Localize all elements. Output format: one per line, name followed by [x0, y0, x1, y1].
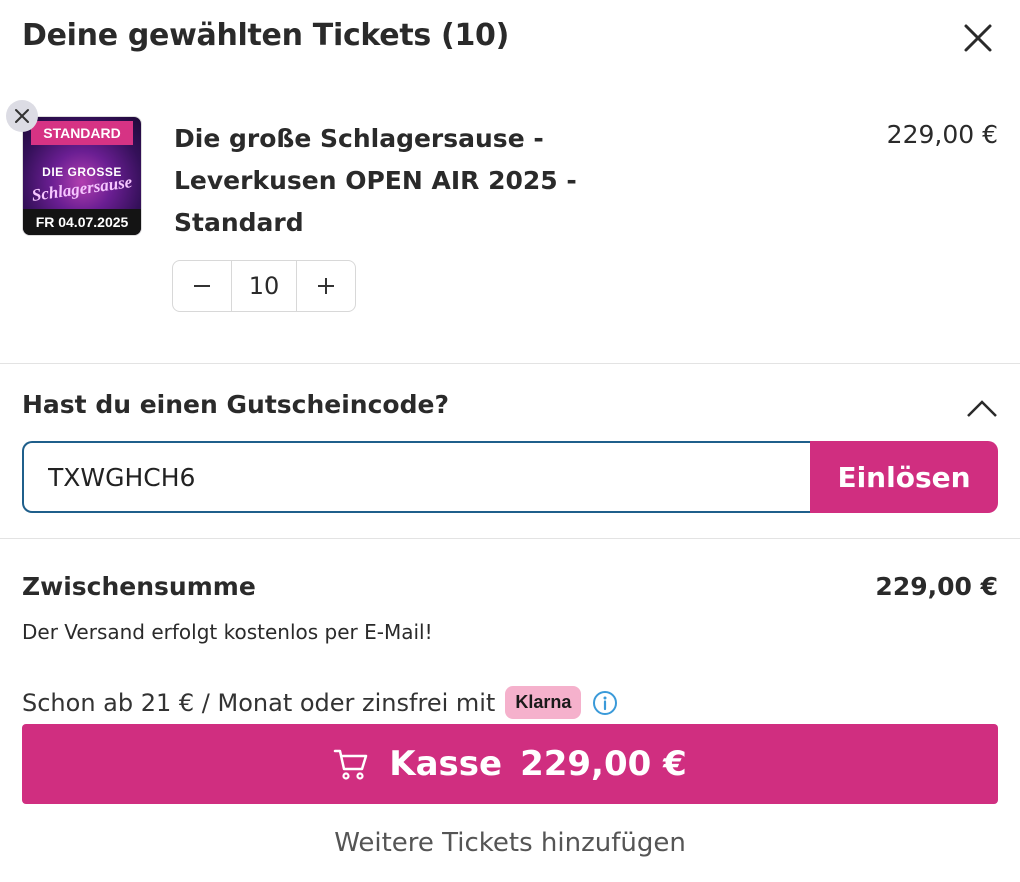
- quantity-stepper: 10: [172, 260, 356, 312]
- thumbnail-date: FR 04.07.2025: [23, 209, 141, 235]
- close-button[interactable]: [958, 18, 998, 58]
- divider: [0, 538, 1020, 539]
- checkout-label: Kasse: [389, 744, 503, 784]
- thumbnail-badge: STANDARD: [31, 121, 133, 145]
- checkout-price: 229,00 €: [520, 744, 687, 784]
- klarna-badge: Klarna: [505, 686, 582, 719]
- checkout-button[interactable]: Kasse 229,00 €: [22, 724, 998, 804]
- voucher-toggle-button[interactable]: [964, 394, 1000, 424]
- ticket-thumbnail-container: STANDARD DIE GROSSE Schlagersause FR 04.…: [6, 100, 142, 236]
- close-icon: [964, 24, 992, 52]
- page-title: Deine gewählten Tickets (10): [22, 18, 510, 53]
- shipping-note: Der Versand erfolgt kostenlos per E-Mail…: [22, 620, 433, 644]
- quantity-value[interactable]: 10: [231, 261, 297, 311]
- klarna-text: Schon ab 21 € / Monat oder zinsfrei mit: [22, 688, 496, 717]
- chevron-up-icon: [967, 400, 997, 417]
- voucher-title: Hast du einen Gutscheincode?: [22, 390, 449, 419]
- ticket-price: 229,00 €: [886, 120, 998, 149]
- increment-button[interactable]: [297, 261, 355, 311]
- remove-ticket-button[interactable]: [6, 100, 38, 132]
- subtotal-label: Zwischensumme: [22, 572, 256, 601]
- divider: [0, 363, 1020, 364]
- ticket-thumbnail: STANDARD DIE GROSSE Schlagersause FR 04.…: [22, 116, 142, 236]
- decrement-button[interactable]: [173, 261, 231, 311]
- info-icon[interactable]: [591, 689, 619, 717]
- klarna-row: Schon ab 21 € / Monat oder zinsfrei mit …: [22, 686, 619, 719]
- plus-icon: [318, 278, 334, 294]
- cart-icon: [333, 749, 368, 780]
- close-icon: [15, 109, 29, 123]
- subtotal-value: 229,00 €: [875, 572, 998, 601]
- voucher-code-input[interactable]: [22, 441, 812, 513]
- redeem-button[interactable]: Einlösen: [810, 441, 998, 513]
- ticket-title: Die große Schlagersause - Leverkusen OPE…: [174, 124, 577, 237]
- minus-icon: [194, 285, 210, 287]
- add-more-tickets-link[interactable]: Weitere Tickets hinzufügen: [0, 828, 1020, 858]
